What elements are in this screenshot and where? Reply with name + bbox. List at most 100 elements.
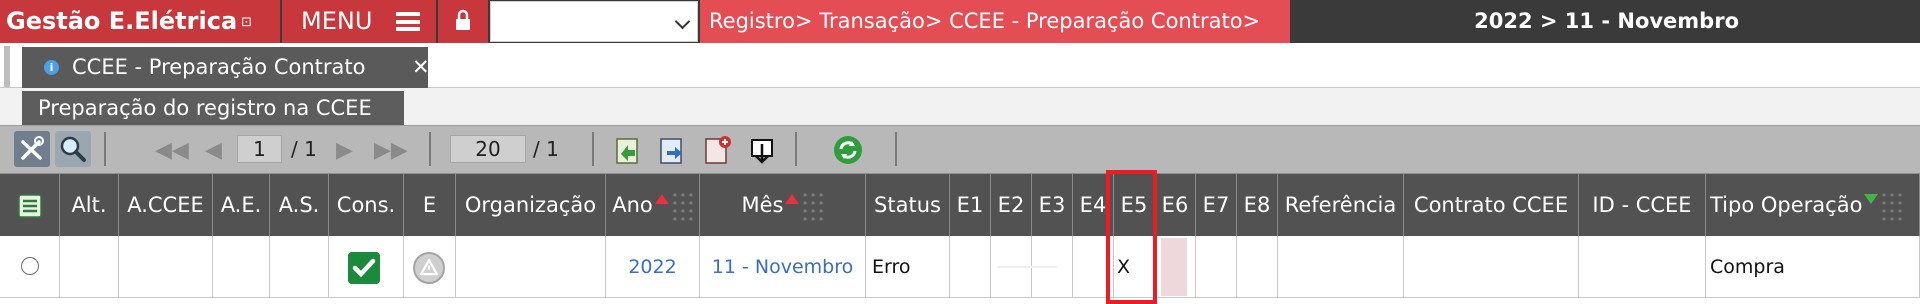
tab-bar: i CCEE - Preparação Contrato ✕ [0, 43, 1920, 88]
column-config-icon [17, 194, 42, 218]
col-header-mes-label: Mês [741, 193, 784, 217]
col-header-mes[interactable]: Mês [700, 174, 866, 236]
grid-toolbar: ◀◀ ◀ 1 / 1 ▶ ▶▶ 20 / 1 [0, 126, 1920, 174]
hamburger-icon [396, 12, 420, 31]
grip-icon [801, 191, 824, 221]
col-header-e3[interactable]: E3 [1032, 174, 1073, 236]
refresh-icon[interactable] [830, 132, 866, 168]
toolbar-separator [895, 132, 897, 166]
info-icon: i [44, 60, 59, 75]
row-id-ccee-cell [1579, 236, 1706, 298]
app-title-text: Gestão E.Elétrica [6, 7, 238, 35]
col-header-organizacao[interactable]: Organização [456, 174, 606, 236]
col-header-tipo-operacao-label: Tipo Operação [1710, 193, 1863, 217]
toolbar-separator [104, 132, 106, 166]
breadcrumb[interactable]: Registro> Transação> CCEE - Preparação C… [700, 0, 1290, 43]
top-bar: Gestão E.Elétrica ⊡ MENU Registro> Transa… [0, 0, 1920, 43]
row-as-cell [270, 236, 329, 298]
tools-icon [21, 136, 44, 160]
row-contrato-ccee-cell [1404, 236, 1579, 298]
col-header-e2[interactable]: E2 [991, 174, 1032, 236]
row-e7-cell [1196, 236, 1237, 298]
page-input[interactable]: 1 [237, 135, 282, 163]
col-header-ano[interactable]: Ano [606, 174, 700, 236]
last-page-icon[interactable]: ▶▶ [374, 140, 408, 162]
row-e-cell [404, 236, 456, 298]
column-config-header[interactable] [0, 174, 60, 236]
row-select-cell[interactable] [0, 236, 60, 298]
subtab-preparacao-registro[interactable]: Preparação do registro na CCEE [22, 91, 404, 126]
row-tipo-operacao-cell: Compra [1706, 236, 1920, 298]
sort-asc-icon [654, 194, 669, 204]
rows-per-page-input[interactable]: 20 [450, 135, 526, 163]
col-header-as[interactable]: A.S. [270, 174, 329, 236]
sort-asc-icon [785, 194, 800, 204]
row-e1-cell [950, 236, 991, 298]
row-e8-cell [1237, 236, 1278, 298]
search-icon [60, 136, 86, 162]
chevron-down-icon [674, 13, 691, 30]
col-header-tipo-operacao[interactable]: Tipo Operação [1706, 174, 1920, 236]
page-total: / 1 [291, 137, 317, 161]
row-referencia-cell [1278, 236, 1404, 298]
toolbar-separator [795, 132, 797, 166]
grip-icon [670, 191, 693, 221]
context-select[interactable] [490, 1, 698, 42]
check-icon [348, 252, 380, 284]
warning-icon [413, 252, 445, 284]
grip-icon [1880, 191, 1903, 221]
export-icon[interactable] [653, 132, 689, 168]
lock-button[interactable] [438, 0, 488, 43]
close-icon[interactable]: ✕ [412, 47, 430, 88]
row-cons-cell [329, 236, 404, 298]
col-header-e8[interactable]: E8 [1237, 174, 1278, 236]
import-icon[interactable] [608, 132, 644, 168]
row-accee-cell [119, 236, 213, 298]
sort-desc-icon [1864, 194, 1879, 204]
search-button[interactable] [55, 131, 91, 167]
prev-page-icon[interactable]: ◀ [205, 140, 222, 162]
tab-ccee-preparacao-contrato[interactable]: i CCEE - Preparação Contrato ✕ [22, 47, 430, 88]
col-header-status[interactable]: Status [866, 174, 950, 236]
row-radio[interactable] [21, 257, 39, 275]
menu-label: MENU [301, 7, 373, 35]
first-page-icon[interactable]: ◀◀ [155, 140, 189, 162]
toolbar-separator [592, 132, 594, 166]
period-label[interactable]: 2022 > 11 - Novembro [1292, 0, 1745, 43]
col-header-ano-label: Ano [612, 193, 653, 217]
col-header-e[interactable]: E [404, 174, 456, 236]
col-header-ae[interactable]: A.E. [213, 174, 270, 236]
row-status-cell: Erro [866, 236, 950, 298]
subtab-bar: Preparação do registro na CCEE [0, 88, 1920, 126]
col-header-id-ccee[interactable]: ID - CCEE [1579, 174, 1706, 236]
e2-mark [997, 266, 1057, 268]
app-title[interactable]: Gestão E.Elétrica ⊡ [0, 0, 280, 43]
next-page-icon[interactable]: ▶ [336, 140, 353, 162]
e5-highlight-box [1106, 170, 1157, 304]
col-header-e1[interactable]: E1 [950, 174, 991, 236]
col-header-e6[interactable]: E6 [1155, 174, 1196, 236]
col-header-alt[interactable]: Alt. [60, 174, 119, 236]
row-ae-cell [213, 236, 270, 298]
pdf-report-icon[interactable] [698, 132, 734, 168]
lock-icon [456, 9, 470, 30]
tab-bar-edge [4, 46, 10, 87]
toolbar-separator [429, 132, 431, 166]
menu-button[interactable]: MENU [282, 0, 436, 43]
app-title-glyph: ⊡ [241, 14, 253, 30]
rows-total: / 1 [533, 137, 559, 161]
contracts-grid: Alt. A.CCEE A.E. A.S. Cons. E Organizaçã… [0, 174, 1920, 304]
e6-mark [1161, 238, 1187, 296]
col-header-referencia[interactable]: Referência [1278, 174, 1404, 236]
row-ano-cell[interactable]: 2022 [606, 236, 700, 298]
col-header-cons[interactable]: Cons. [329, 174, 404, 236]
col-header-accee[interactable]: A.CCEE [119, 174, 213, 236]
tab-label: CCEE - Preparação Contrato [72, 55, 366, 79]
tools-button[interactable] [14, 131, 50, 167]
col-header-contrato-ccee[interactable]: Contrato CCEE [1404, 174, 1579, 236]
row-organizacao-cell [456, 236, 606, 298]
row-mes-cell[interactable]: 11 - Novembro [700, 236, 866, 298]
col-header-e7[interactable]: E7 [1196, 174, 1237, 236]
row-edit-cell[interactable] [60, 236, 119, 298]
download-icon[interactable] [744, 132, 780, 168]
